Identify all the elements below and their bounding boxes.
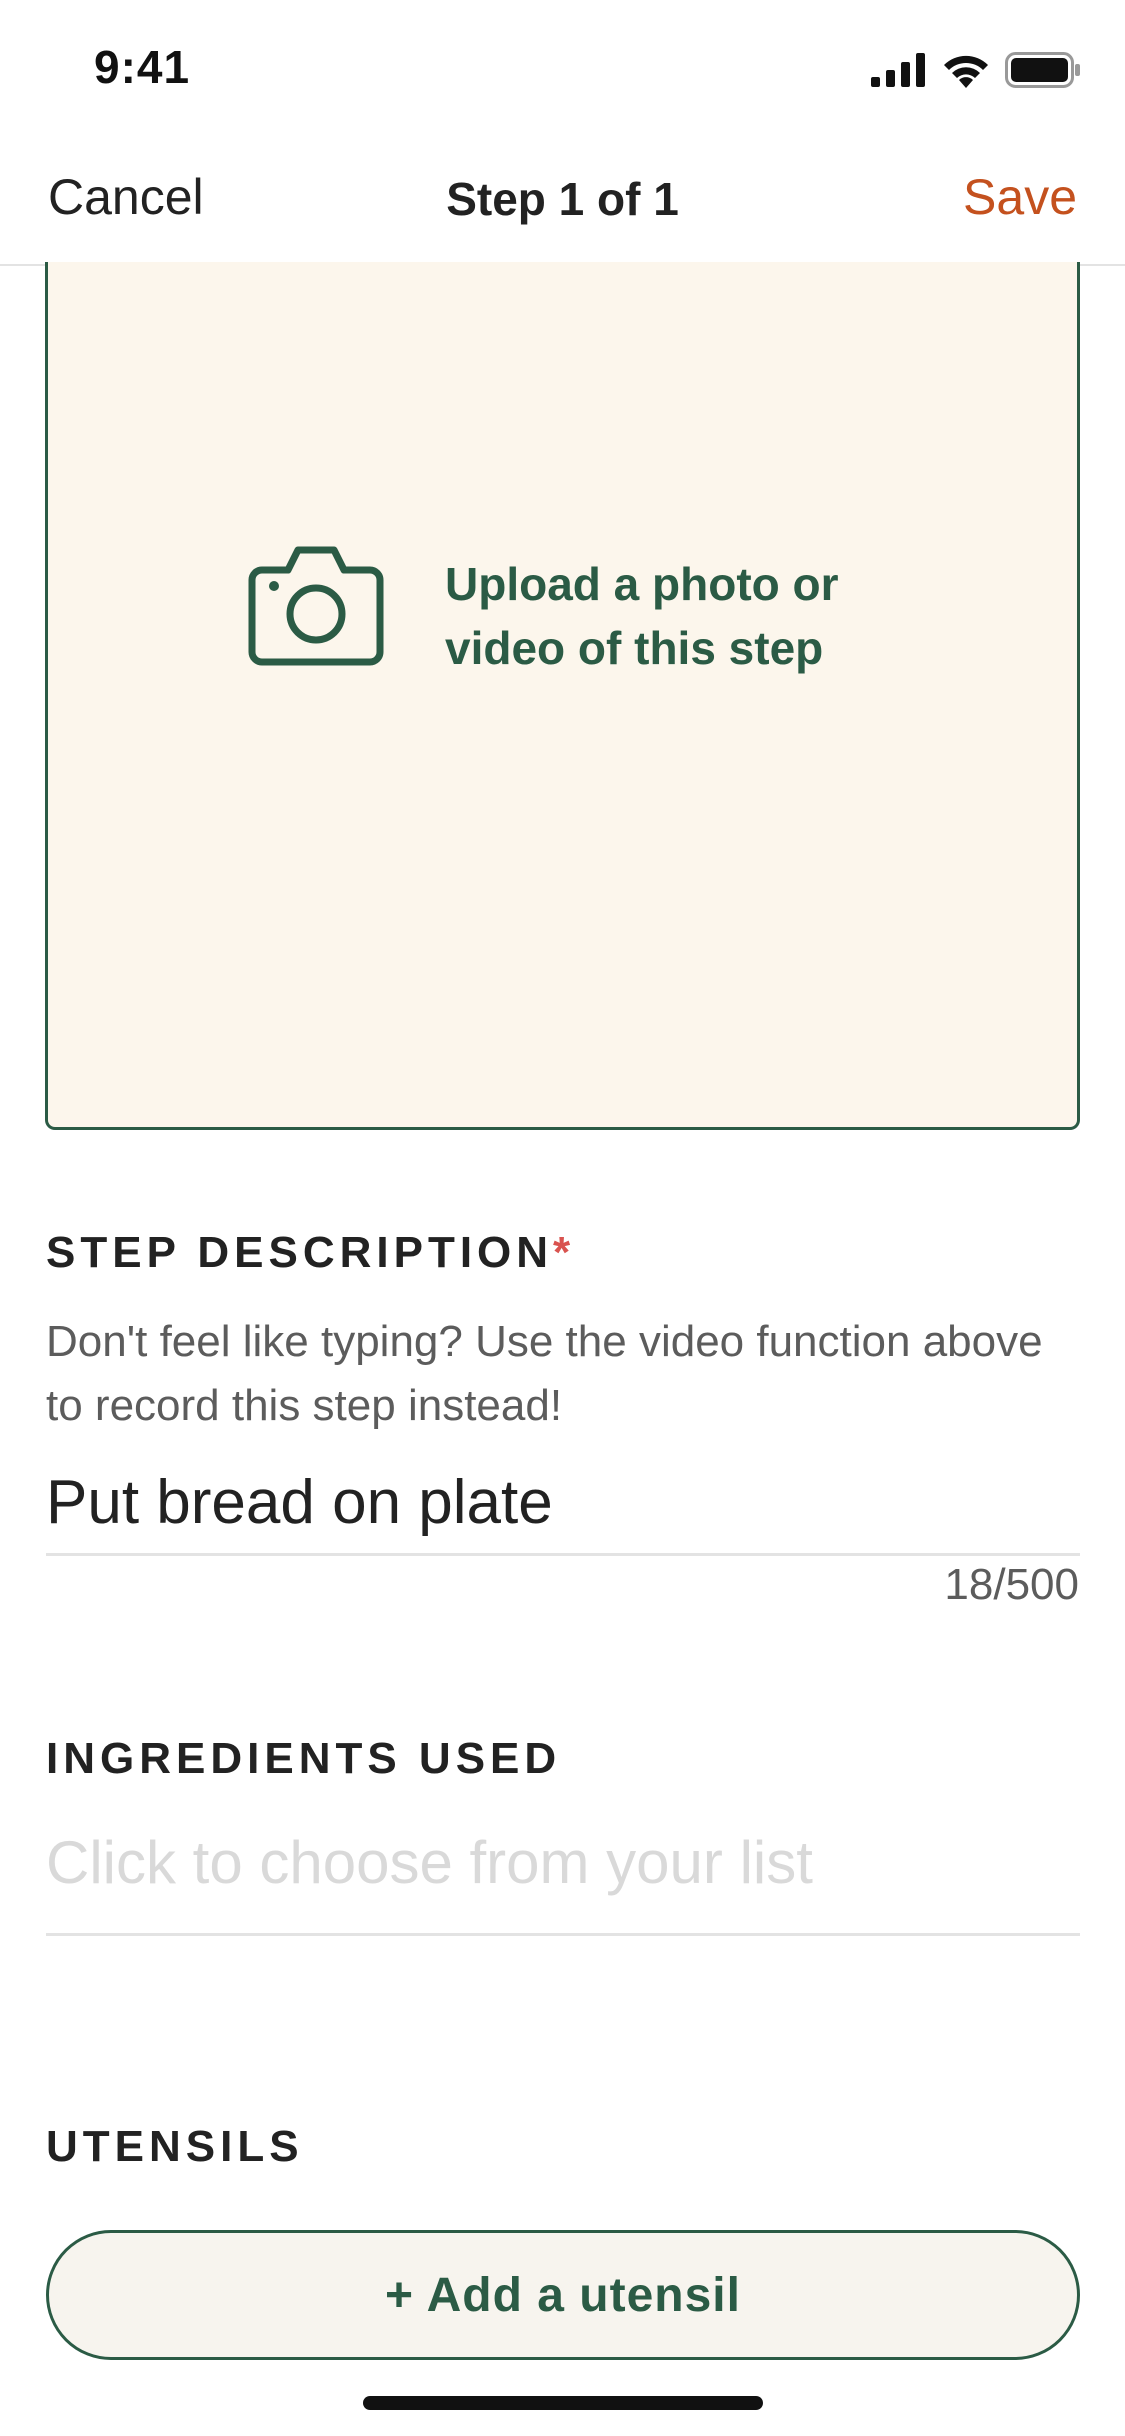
utensils-heading: UTENSILS <box>46 2122 304 2171</box>
home-indicator <box>363 2396 763 2410</box>
status-icons <box>871 50 1081 90</box>
save-button[interactable]: Save <box>963 168 1077 226</box>
add-utensil-button[interactable]: + Add a utensil <box>46 2230 1080 2360</box>
ingredients-heading: INGREDIENTS USED <box>46 1734 562 1783</box>
page-title: Step 1 of 1 <box>446 173 679 225</box>
character-count: 18/500 <box>944 1560 1079 1609</box>
cellular-signal-icon <box>871 53 925 87</box>
battery-icon <box>1005 52 1080 88</box>
upload-prompt-text: Upload a photo or video of this step <box>445 558 839 674</box>
step-description-heading: STEP DESCRIPTION* <box>46 1228 570 1278</box>
nav-bar: Cancel Step 1 of 1 Save <box>0 140 1125 266</box>
ingredients-picker[interactable]: Click to choose from your list <box>46 1820 1080 1936</box>
required-marker: * <box>553 1228 571 1277</box>
ingredients-placeholder: Click to choose from your list <box>46 1829 813 1896</box>
step-description-heading-text: STEP DESCRIPTION <box>46 1228 554 1277</box>
edit-step-screen: 9:41 Cancel Step 1 of 1 Save Upload a ph… <box>0 0 1125 2436</box>
status-time: 9:41 <box>94 41 191 93</box>
upload-media-area[interactable]: Upload a photo or video of this step <box>45 262 1080 1130</box>
step-description-hint: Don't feel like typing? Use the video fu… <box>46 1317 1043 1430</box>
wifi-icon <box>944 55 988 88</box>
step-description-input[interactable] <box>46 1452 1080 1556</box>
status-bar: 9:41 <box>0 0 1125 140</box>
camera-icon <box>248 546 384 666</box>
